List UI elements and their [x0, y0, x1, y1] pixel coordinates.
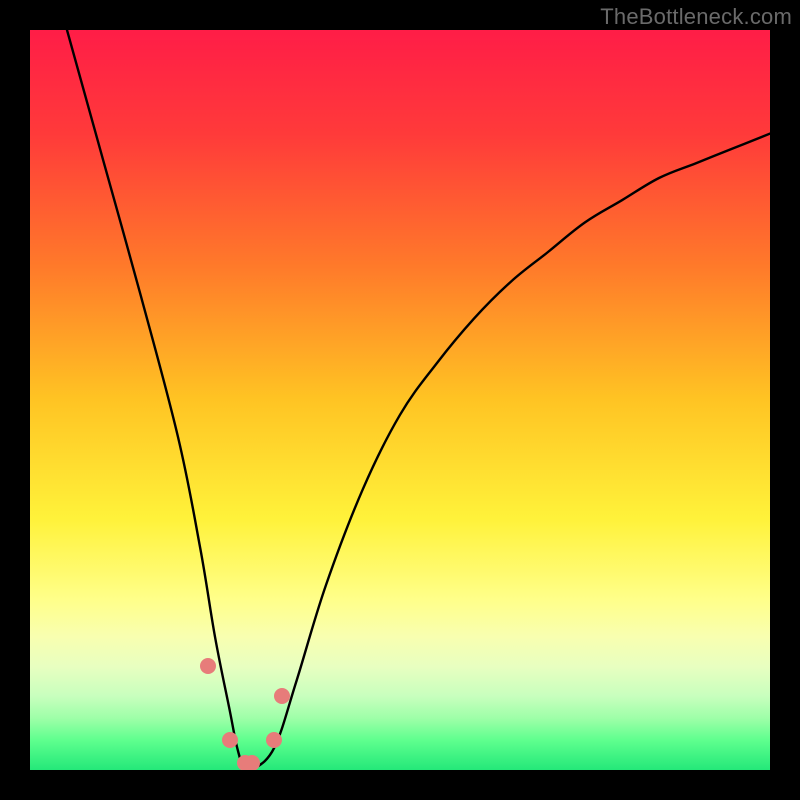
watermark-label: TheBottleneck.com	[600, 4, 792, 30]
curve-marker-dot	[266, 732, 282, 748]
chart-plot-area	[30, 30, 770, 770]
curve-marker-dot	[274, 688, 290, 704]
curve-marker-dot	[222, 732, 238, 748]
bottleneck-curve	[30, 30, 770, 770]
curve-marker-dot	[244, 755, 260, 770]
curve-marker-dot	[200, 658, 216, 674]
